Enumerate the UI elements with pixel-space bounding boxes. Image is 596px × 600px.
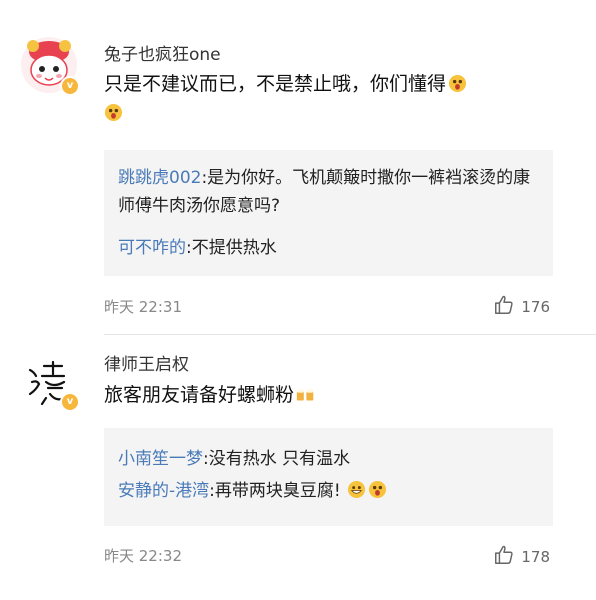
thumbs-up-icon <box>495 295 513 314</box>
reply-text: :不提供热水 <box>186 238 277 258</box>
reply-item[interactable]: 小南笙一梦:没有热水 只有温水 <box>118 445 538 473</box>
like-count: 178 <box>521 548 550 566</box>
grinning-face-emoji-icon <box>347 480 365 499</box>
comment-item: v 律师王启权 旅客朋友请备好螺蛳粉 小南笙一梦:没有热水 只有温水 安静的-港… <box>0 335 596 600</box>
like-button[interactable]: 178 <box>493 544 550 566</box>
like-button[interactable]: 176 <box>493 294 550 316</box>
comment-timestamp: 昨天 22:32 <box>104 547 182 565</box>
reply-username[interactable]: 可不咋的 <box>118 238 186 258</box>
reply-box: 跳跳虎002:是为你好。飞机颠簸时撒你一裤裆滚烫的康师傅牛肉汤你愿意吗? 可不咋… <box>104 150 553 276</box>
avatar[interactable]: v <box>20 352 80 412</box>
reply-item[interactable]: 安静的-港湾:再带两块臭豆腐! <box>118 477 538 505</box>
surprised-face-emoji-icon <box>368 480 386 499</box>
reply-username[interactable]: 安静的-港湾 <box>118 481 209 501</box>
reply-item[interactable]: 跳跳虎002:是为你好。飞机颠簸时撒你一裤裆滚烫的康师傅牛肉汤你愿意吗? <box>118 164 538 220</box>
thumbs-up-icon <box>495 545 513 564</box>
reply-username[interactable]: 跳跳虎002 <box>118 168 201 188</box>
verified-badge-icon: v <box>60 76 80 96</box>
surprised-face-emoji-icon <box>104 103 123 122</box>
comment-username[interactable]: 律师王启权 <box>104 350 189 375</box>
comment-timestamp: 昨天 22:31 <box>104 298 182 316</box>
reply-text: :没有热水 只有温水 <box>203 449 351 469</box>
comment-text: 旅客朋友请备好螺蛳粉 <box>104 381 574 410</box>
avatar[interactable]: v <box>20 36 80 96</box>
reply-box: 小南笙一梦:没有热水 只有温水 安静的-港湾:再带两块臭豆腐! <box>104 428 553 526</box>
beer-mugs-emoji-icon <box>296 389 314 401</box>
reply-item[interactable]: 可不咋的:不提供热水 <box>118 234 538 262</box>
verified-badge-icon: v <box>60 392 80 412</box>
reply-username[interactable]: 小南笙一梦 <box>118 449 203 469</box>
like-count: 176 <box>521 298 550 316</box>
comment-text: 只是不建议而已，不是禁止哦，你们懂得 <box>104 70 574 128</box>
surprised-face-emoji-icon <box>448 74 467 93</box>
comment-item: v 兔子也疯狂one 只是不建议而已，不是禁止哦，你们懂得 跳跳虎002:是为你… <box>0 0 596 335</box>
reply-text: :再带两块臭豆腐! <box>209 481 341 501</box>
comment-username[interactable]: 兔子也疯狂one <box>104 40 221 65</box>
